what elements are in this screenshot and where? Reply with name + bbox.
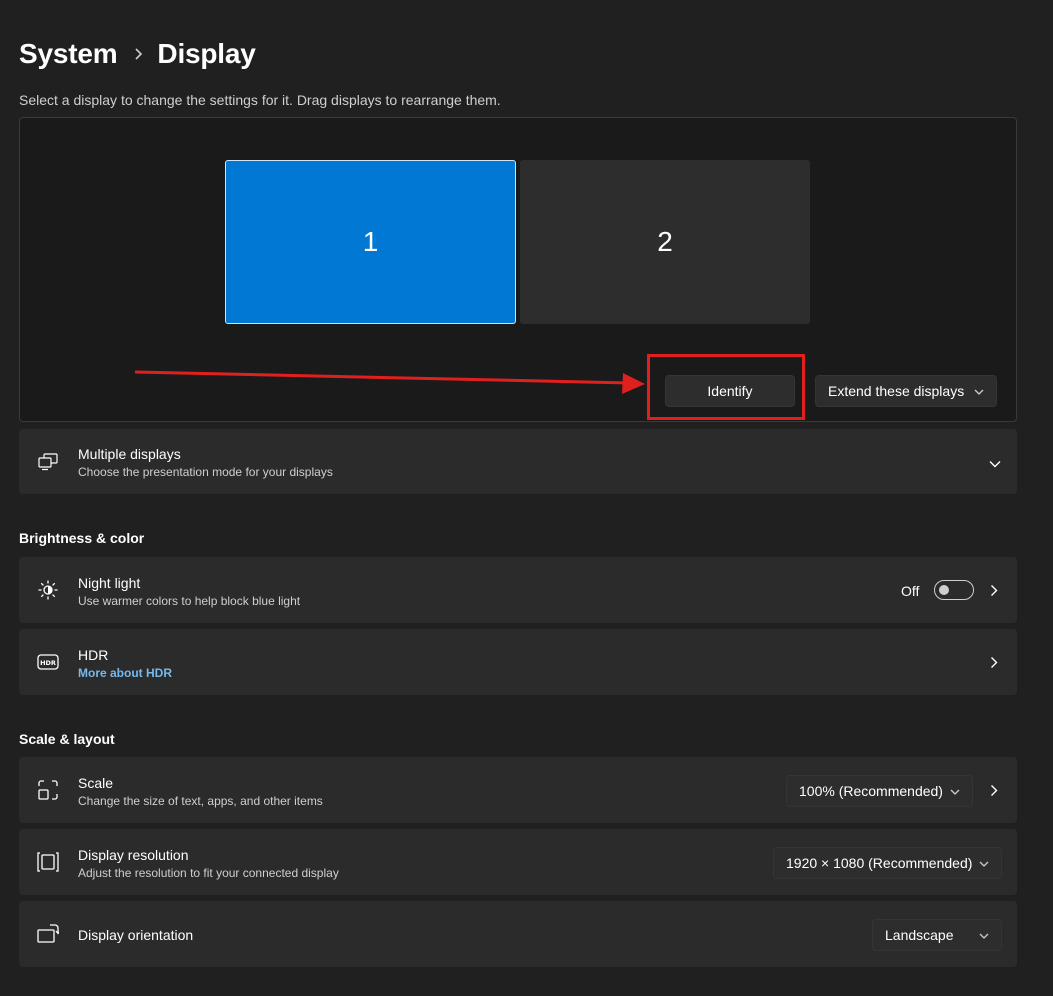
night-light-title: Night light: [78, 575, 141, 591]
monitor-2[interactable]: 2: [520, 160, 810, 324]
chevron-down-icon: [979, 855, 989, 871]
night-light-toggle[interactable]: [934, 580, 974, 600]
display-mode-dropdown[interactable]: Extend these displays: [815, 375, 997, 407]
chevron-right-icon[interactable]: [986, 654, 1002, 670]
multiple-displays-title: Multiple displays: [78, 446, 181, 462]
scale-title: Scale: [78, 775, 114, 791]
breadcrumb-system[interactable]: System: [19, 38, 118, 70]
scale-dropdown[interactable]: 100% (Recommended): [786, 775, 973, 807]
annotation-highlight-box: [647, 354, 805, 420]
resolution-dropdown[interactable]: 1920 × 1080 (Recommended): [773, 847, 1002, 879]
chevron-right-icon[interactable]: [986, 582, 1002, 598]
resolution-value: 1920 × 1080 (Recommended): [786, 855, 973, 871]
hdr-card[interactable]: HDR HDR More about HDR: [19, 629, 1017, 695]
page-title: Display: [157, 38, 256, 69]
scale-value: 100% (Recommended): [799, 783, 943, 799]
chevron-down-icon: [950, 783, 960, 799]
chevron-down-icon: [974, 383, 984, 399]
display-resolution-description: Adjust the resolution to fit your connec…: [78, 866, 339, 880]
hdr-title: HDR: [78, 647, 109, 663]
scale-card[interactable]: Scale Change the size of text, apps, and…: [19, 757, 1017, 823]
multiple-displays-icon: [37, 451, 59, 473]
display-orientation-title: Display orientation: [78, 927, 194, 943]
scale-description: Change the size of text, apps, and other…: [78, 794, 323, 808]
chevron-down-icon[interactable]: [989, 455, 1001, 473]
breadcrumb: System Display: [19, 34, 256, 74]
monitor-1-label: 1: [362, 226, 379, 257]
display-mode-value: Extend these displays: [828, 383, 965, 399]
night-light-description: Use warmer colors to help block blue lig…: [78, 594, 301, 608]
svg-text:HDR: HDR: [40, 659, 56, 667]
resolution-icon: [37, 851, 59, 873]
night-light-card[interactable]: Night light Use warmer colors to help bl…: [19, 557, 1017, 623]
display-resolution-title: Display resolution: [78, 847, 189, 863]
annotation-arrow: [134, 370, 645, 394]
section-title-scale-layout: Scale & layout: [19, 731, 115, 747]
more-about-hdr-link[interactable]: More about HDR: [78, 666, 172, 680]
hdr-icon: HDR: [37, 651, 59, 673]
chevron-down-icon: [979, 927, 989, 943]
section-title-brightness: Brightness & color: [19, 530, 145, 546]
display-resolution-card[interactable]: Display resolution Adjust the resolution…: [19, 829, 1017, 895]
toggle-knob: [939, 585, 949, 595]
arrangement-instruction: Select a display to change the settings …: [19, 92, 501, 108]
night-light-state-label: Off: [901, 583, 920, 599]
orientation-value: Landscape: [885, 927, 954, 943]
monitor-2-label: 2: [657, 226, 673, 257]
chevron-right-icon[interactable]: [986, 782, 1002, 798]
multiple-displays-card[interactable]: Multiple displays Choose the presentatio…: [19, 429, 1017, 494]
orientation-dropdown[interactable]: Landscape: [872, 919, 1002, 951]
chevron-right-icon: [133, 47, 143, 61]
orientation-icon: [37, 923, 59, 945]
multiple-displays-description: Choose the presentation mode for your di…: [78, 465, 333, 479]
display-orientation-card[interactable]: Display orientation Landscape: [19, 901, 1017, 967]
scale-icon: [37, 779, 59, 801]
brightness-icon: [37, 579, 59, 601]
monitor-1[interactable]: 1: [225, 160, 516, 324]
